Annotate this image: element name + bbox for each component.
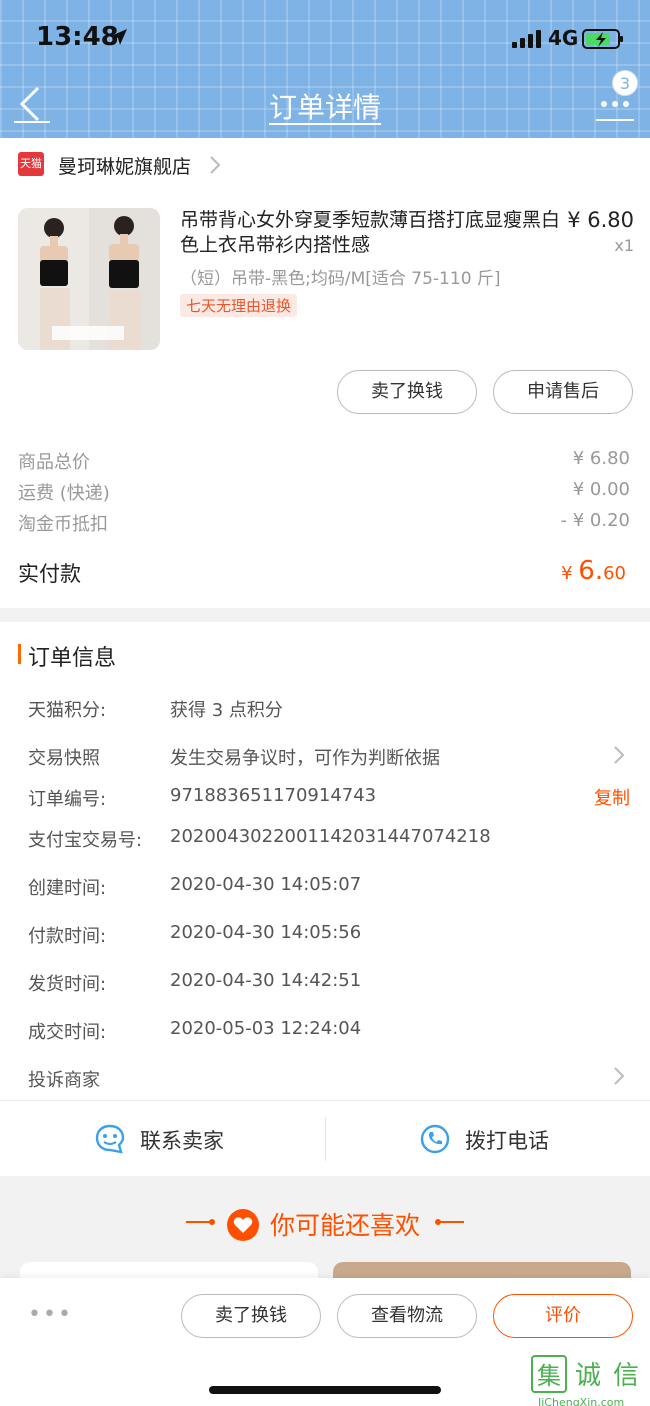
chat-bubble-icon <box>95 1124 125 1154</box>
complain-chevron-icon[interactable] <box>612 1065 626 1087</box>
summary-shipping-value: ¥ 0.00 <box>572 479 630 500</box>
complain-seller-link[interactable]: 投诉商家 <box>28 1066 100 1092</box>
header: 13:48 4G 订单详情 3 <box>0 0 650 138</box>
chevron-right-icon <box>210 156 221 174</box>
info-label-order-number: 订单编号: <box>28 789 107 810</box>
contact-row: 联系卖家 拨打电话 <box>0 1100 650 1176</box>
order-detail-page: 13:48 4G 订单详情 3 天猫 曼珂琳妮旗舰店 吊带背心女外穿夏季短款薄百… <box>0 0 650 1406</box>
section-separator <box>0 608 650 622</box>
product-photo-illustration <box>18 208 160 350</box>
page-title: 订单详情 <box>268 91 381 124</box>
signal-icon <box>512 30 541 48</box>
summary-total-value: ¥ 6.80 <box>572 448 630 469</box>
watermark-logo: 集 诚 信 <box>531 1355 639 1393</box>
rate-button[interactable]: 评价 <box>493 1294 633 1338</box>
product-image[interactable] <box>18 208 160 350</box>
contact-seller-button[interactable]: 联系卖家 <box>0 1101 325 1177</box>
product-price: ¥ 6.80 <box>567 208 634 232</box>
snapshot-chevron-icon[interactable] <box>612 744 626 766</box>
battery-icon <box>582 29 623 49</box>
info-value-completed: 2020-05-03 12:24:04 <box>170 1018 362 1039</box>
message-badge: 3 <box>612 70 638 96</box>
copy-order-number-link[interactable]: 复制 <box>594 784 630 810</box>
paid-integer: 6. <box>578 556 604 586</box>
info-value-snapshot[interactable]: 发生交易争议时，可作为判断依据 <box>170 744 440 770</box>
recommendation-title: 你可能还喜欢 <box>270 1211 421 1240</box>
watermark-url: JiChengXin.com <box>538 1396 625 1406</box>
svg-text:集: 集 <box>537 1362 561 1390</box>
product-spec: （短）吊带-黑色;均码/M[适合 75-110 斤] <box>180 269 501 289</box>
call-phone-label: 拨打电话 <box>465 1129 549 1153</box>
more-menu-icon[interactable] <box>596 96 634 126</box>
bottom-sell-button[interactable]: 卖了换钱 <box>181 1294 321 1338</box>
summary-coin-value: - ¥ 0.20 <box>560 510 630 531</box>
location-arrow-icon <box>111 29 127 45</box>
info-label-completed: 成交时间: <box>28 1022 107 1043</box>
info-label-points: 天猫积分: <box>28 700 107 721</box>
paid-amount: ¥ 6.60 <box>561 556 626 586</box>
shop-name[interactable]: 曼珂琳妮旗舰店 <box>58 152 191 179</box>
bottom-action-bar: ••• 卖了换钱 查看物流 评价 集 诚 信 JiChengXin.com <box>0 1278 650 1406</box>
network-type: 4G <box>548 26 579 50</box>
heart-icon <box>227 1209 259 1241</box>
info-label-alipay-number: 支付宝交易号: <box>28 830 143 851</box>
info-value-points: 获得 3 点积分 <box>170 700 283 721</box>
section-accent-bar <box>18 644 21 664</box>
order-info-title: 订单信息 <box>28 646 117 671</box>
info-label-paid: 付款时间: <box>28 926 107 947</box>
product-quantity: x1 <box>614 236 634 255</box>
status-time: 13:48 <box>36 22 119 52</box>
more-actions-icon[interactable]: ••• <box>28 1302 73 1327</box>
summary-coin-label: 淘金币抵扣 <box>18 514 108 535</box>
info-label-created: 创建时间: <box>28 878 107 899</box>
info-value-paid: 2020-04-30 14:05:56 <box>170 922 362 943</box>
paid-decimal: 60 <box>603 563 626 584</box>
info-value-alipay-number: 2020043022001142031447074218 <box>170 826 491 847</box>
after-sale-button[interactable]: 申请售后 <box>493 370 633 414</box>
left-decor-line <box>186 1219 215 1225</box>
paid-currency: ¥ <box>561 563 579 584</box>
product-title[interactable]: 吊带背心女外穿夏季短款薄百搭打底显瘦黑白色上衣吊带衫内搭性感 <box>180 208 560 258</box>
summary-shipping-label: 运费 (快递) <box>18 483 110 504</box>
sell-button[interactable]: 卖了换钱 <box>337 370 477 414</box>
contact-seller-label: 联系卖家 <box>140 1129 224 1153</box>
shop-row[interactable]: 天猫 曼珂琳妮旗舰店 <box>0 138 650 192</box>
info-label-shipped: 发货时间: <box>28 974 107 995</box>
svg-text:诚: 诚 <box>575 1361 601 1391</box>
summary-total-label: 商品总价 <box>18 452 90 473</box>
paid-label: 实付款 <box>18 562 81 586</box>
call-phone-button[interactable]: 拨打电话 <box>325 1101 650 1177</box>
info-value-shipped: 2020-04-30 14:42:51 <box>170 970 362 991</box>
home-indicator <box>209 1386 441 1394</box>
info-value-created: 2020-04-30 14:05:07 <box>170 874 362 895</box>
tmall-logo-icon: 天猫 <box>18 152 44 176</box>
return-policy-tag: 七天无理由退换 <box>180 294 298 317</box>
info-value-order-number: 971883651170914743 <box>170 785 377 806</box>
svg-text:信: 信 <box>613 1361 639 1391</box>
phone-icon <box>420 1124 450 1154</box>
right-decor-line <box>435 1219 464 1225</box>
info-label-snapshot[interactable]: 交易快照 <box>28 744 100 770</box>
view-logistics-button[interactable]: 查看物流 <box>337 1294 477 1338</box>
